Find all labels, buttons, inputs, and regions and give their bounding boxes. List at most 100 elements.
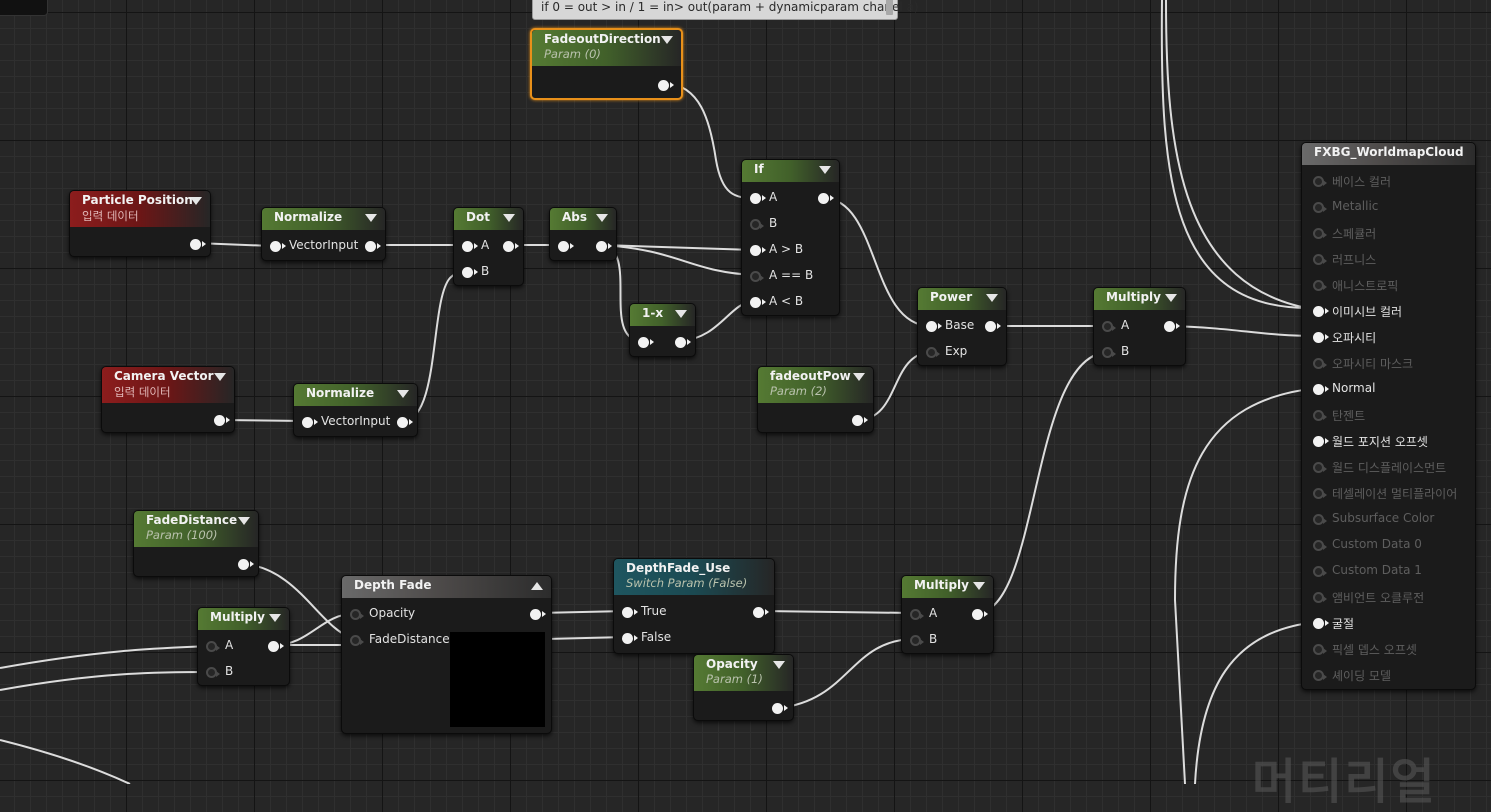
node-abs[interactable]: Abs <box>549 207 617 261</box>
node-power[interactable]: Power Base Exp <box>917 287 1007 366</box>
node-multiply-left[interactable]: Multiply A B <box>197 607 290 686</box>
output-pin[interactable] <box>214 415 230 426</box>
node-header[interactable]: fadeoutPow Param (2) <box>758 367 873 403</box>
input-pin[interactable] <box>638 337 654 348</box>
node-header[interactable]: Particle Position 입력 데이터 <box>70 191 210 227</box>
output-pin[interactable] <box>397 417 413 428</box>
material-input-pin[interactable] <box>1313 332 1329 343</box>
node-header[interactable]: Abs <box>550 208 616 230</box>
node-header[interactable]: FadeoutDirection Param (0) <box>532 30 681 66</box>
input-pin-a[interactable] <box>206 641 220 652</box>
node-normalize[interactable]: Normalize VectorInput <box>261 207 386 261</box>
input-pin-opacity[interactable] <box>350 609 364 620</box>
material-input-pin[interactable] <box>1313 540 1327 551</box>
node-header[interactable]: Normalize <box>262 208 385 230</box>
node-depth-fade[interactable]: Depth Fade Opacity FadeDistance <box>341 575 552 734</box>
output-pin[interactable] <box>530 609 546 620</box>
node-header[interactable]: Power <box>918 288 1006 310</box>
node-header[interactable]: Multiply <box>902 576 993 598</box>
material-input-pin[interactable] <box>1313 228 1327 239</box>
node-header[interactable]: Opacity Param (1) <box>694 655 793 691</box>
node-camera-vector[interactable]: Camera Vector 입력 데이터 <box>101 366 235 433</box>
output-pin[interactable] <box>268 641 284 652</box>
node-header[interactable]: FXBG_WorldmapCloud <box>1302 143 1475 165</box>
material-input-pin[interactable] <box>1313 280 1327 291</box>
collapse-chevron-icon[interactable] <box>503 214 515 222</box>
input-pin-base[interactable] <box>926 321 942 332</box>
collapse-chevron-icon[interactable] <box>214 373 226 381</box>
node-header[interactable]: Dot <box>454 208 523 230</box>
collapse-chevron-icon[interactable] <box>819 166 831 174</box>
collapse-chevron-icon[interactable] <box>675 310 687 318</box>
input-pin-true[interactable] <box>622 607 638 618</box>
input-pin-b[interactable] <box>206 667 220 678</box>
collapse-chevron-icon[interactable] <box>661 36 673 44</box>
node-opacity[interactable]: Opacity Param (1) <box>693 654 794 721</box>
node-one-minus-x[interactable]: 1-x <box>629 303 696 357</box>
input-pin-b[interactable] <box>1102 347 1116 358</box>
collapse-chevron-icon[interactable] <box>397 390 409 398</box>
material-input-pin[interactable] <box>1313 306 1329 317</box>
material-input-pin[interactable] <box>1313 202 1327 213</box>
input-pin-a[interactable] <box>750 193 766 204</box>
collapse-chevron-icon[interactable] <box>773 661 785 669</box>
input-pin-a-greater-b[interactable] <box>750 245 766 256</box>
input-pin-a[interactable] <box>462 241 478 252</box>
input-pin-false[interactable] <box>622 633 638 644</box>
output-pin[interactable] <box>365 241 381 252</box>
collapse-chevron-icon[interactable] <box>973 582 985 590</box>
material-input-pin[interactable] <box>1313 436 1329 447</box>
node-if[interactable]: If A B A > B A == B A < B <box>741 159 840 316</box>
node-header[interactable]: Normalize <box>294 384 417 406</box>
output-pin[interactable] <box>772 703 788 714</box>
node-header[interactable]: FadeDistance Param (100) <box>134 511 258 547</box>
input-pin-a-less-b[interactable] <box>750 297 766 308</box>
node-dot[interactable]: Dot A B <box>453 207 524 286</box>
output-pin[interactable] <box>190 239 206 250</box>
output-pin[interactable] <box>1164 321 1180 332</box>
material-input-pin[interactable] <box>1313 384 1329 395</box>
material-input-pin[interactable] <box>1313 644 1327 655</box>
input-pin-b[interactable] <box>750 219 764 230</box>
input-pin[interactable] <box>270 241 286 252</box>
collapse-chevron-icon[interactable] <box>1165 294 1177 302</box>
input-pin[interactable] <box>302 417 318 428</box>
node-normalize[interactable]: Normalize VectorInput <box>293 383 418 437</box>
output-pin[interactable] <box>852 415 868 426</box>
output-pin[interactable] <box>503 241 519 252</box>
collapse-chevron-icon[interactable] <box>596 214 608 222</box>
material-input-pin[interactable] <box>1313 410 1327 421</box>
node-header[interactable]: Depth Fade <box>342 576 551 598</box>
collapse-chevron-icon[interactable] <box>269 614 281 622</box>
node-header[interactable]: Multiply <box>198 608 289 630</box>
material-output-node[interactable]: FXBG_WorldmapCloud 베이스 컬러 Metallic 스페큘러 러프니… <box>1301 142 1476 690</box>
material-input-pin[interactable] <box>1313 514 1327 525</box>
offscreen-node-corner[interactable] <box>0 0 48 16</box>
collapse-chevron-icon[interactable] <box>853 373 865 381</box>
node-header[interactable]: If <box>742 160 839 182</box>
node-multiply-bottom[interactable]: Multiply A B <box>901 575 994 654</box>
input-pin-b[interactable] <box>910 635 924 646</box>
material-input-pin[interactable] <box>1313 670 1327 681</box>
output-pin[interactable] <box>658 80 674 91</box>
material-input-pin[interactable] <box>1313 488 1327 499</box>
output-pin[interactable] <box>238 559 254 570</box>
output-pin[interactable] <box>818 193 834 204</box>
output-pin[interactable] <box>753 607 769 618</box>
output-pin[interactable] <box>675 337 691 348</box>
material-input-pin[interactable] <box>1313 618 1329 629</box>
node-particle-position[interactable]: Particle Position 입력 데이터 <box>69 190 211 257</box>
material-input-pin[interactable] <box>1313 176 1327 187</box>
material-input-pin[interactable] <box>1313 462 1327 473</box>
node-multiply-top[interactable]: Multiply A B <box>1093 287 1186 366</box>
input-pin-a-equals-b[interactable] <box>750 271 764 282</box>
input-pin-exp[interactable] <box>926 347 940 358</box>
input-pin-fade-distance[interactable] <box>350 635 364 646</box>
output-pin[interactable] <box>596 241 612 252</box>
output-pin[interactable] <box>985 321 1001 332</box>
node-header[interactable]: Multiply <box>1094 288 1185 310</box>
collapse-chevron-icon[interactable] <box>238 517 250 525</box>
collapse-chevron-icon[interactable] <box>986 294 998 302</box>
material-input-pin[interactable] <box>1313 254 1327 265</box>
input-pin-a[interactable] <box>1102 321 1116 332</box>
